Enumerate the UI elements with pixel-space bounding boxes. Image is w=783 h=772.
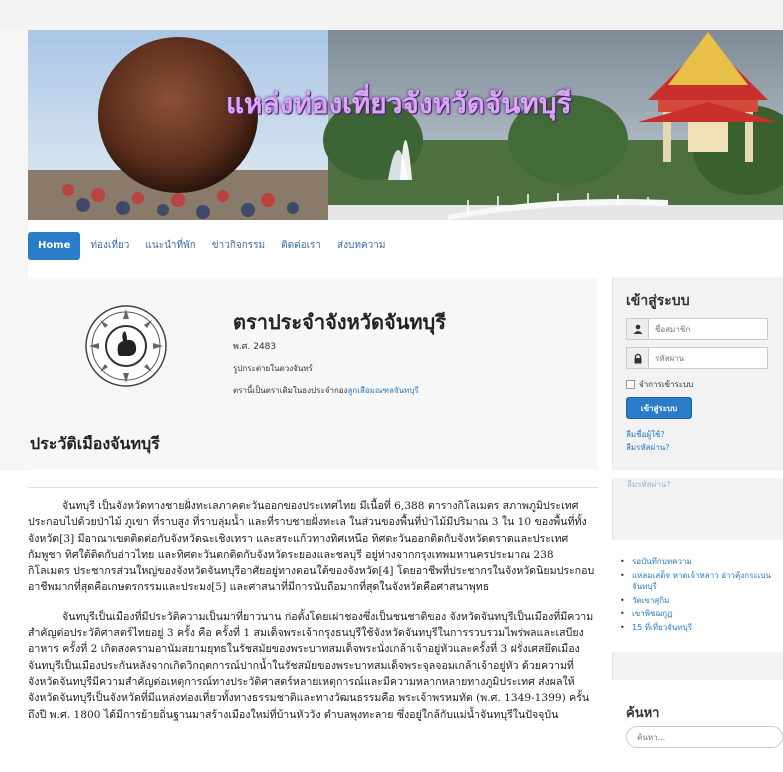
- emblem-origin: ตรานี้เป็นตราเดิมในธงประจำกองลูกเสือมณฑล…: [233, 384, 419, 397]
- forgot-password-link[interactable]: ลืมรหัสผ่าน?: [626, 441, 670, 454]
- banner-title: แหล่งท่องเที่ยวจังหวัดจันทบุรี: [226, 87, 572, 120]
- list-item[interactable]: • แหลมเสด็จ หาดเจ้าหลาว อ่าวคุ้งกระเบน จั…: [620, 570, 772, 593]
- forgot-username-link[interactable]: ลืมชื่อผู้ใช้?: [626, 428, 665, 441]
- screenshot-gap: [0, 470, 783, 478]
- remember-me[interactable]: จำการเข้าระบบ: [626, 378, 693, 391]
- history-paragraph-2: จันทบุรีเป็นเมืองที่มีประวัติความเป็นมาท…: [28, 610, 594, 721]
- username-input[interactable]: [649, 319, 767, 339]
- emblem-description: รูปกระต่ายในดวงจันทร์: [233, 364, 313, 373]
- emblem-origin-text: ตรานี้เป็นตราเดิมในธงประจำกอง: [233, 386, 348, 395]
- cropped-forgot-link[interactable]: ลืมรหัสผ่าน?: [627, 478, 671, 491]
- top-gray-strip: [0, 0, 783, 30]
- site-banner: แหล่งท่องเที่ยวจังหวัดจันทบุรี: [28, 30, 783, 220]
- history-paragraph-1: จันทบุรี เป็นจังหวัดทางชายฝั่งทะเลภาคตะว…: [28, 500, 595, 594]
- emblem-title: ตราประจำจังหวัดจันทบุรี: [233, 310, 446, 334]
- article-list: • รอบันทึกบทความ • แหลมเสด็จ หาดเจ้าหลาว อ…: [620, 556, 772, 635]
- history-article: จันทบุรี เป็นจังหวัดทางชายฝั่งทะเลภาคตะว…: [28, 498, 596, 736]
- emblem-year: พ.ศ. 2483: [233, 342, 277, 352]
- left-gray-strip: [0, 30, 28, 470]
- main-nav: Home ท่องเที่ยว แนะนำที่พัก ข่าวกิจกรรม …: [28, 232, 393, 260]
- user-icon: [627, 319, 649, 339]
- list-item[interactable]: • เขาพิชฌกูฏ: [620, 608, 772, 620]
- nav-travel[interactable]: ท่องเที่ยว: [82, 232, 137, 260]
- nav-accommodation[interactable]: แนะนำที่พัก: [137, 232, 203, 260]
- password-input[interactable]: [649, 348, 767, 368]
- search-title: ค้นหา: [626, 706, 660, 721]
- divider: [28, 487, 598, 488]
- history-heading: ประวัติเมืองจันทบุรี: [30, 434, 160, 453]
- remember-label: จำการเข้าระบบ: [639, 380, 694, 389]
- list-item[interactable]: • 15 ที่เที่ยวจันทบุรี: [620, 622, 772, 634]
- nav-submit-article[interactable]: ส่งบทความ: [329, 232, 393, 260]
- nav-contact[interactable]: ติดต่อเรา: [273, 232, 329, 260]
- search-input[interactable]: [626, 726, 783, 748]
- nav-home[interactable]: Home: [28, 232, 81, 260]
- nav-news[interactable]: ข่าวกิจกรรม: [204, 232, 273, 260]
- login-title: เข้าสู่ระบบ: [626, 293, 690, 309]
- scout-link[interactable]: ลูกเสือมณฑลจันทบุรี: [348, 386, 419, 395]
- list-item[interactable]: • วัดเขาสุกิม: [620, 595, 772, 607]
- username-field[interactable]: [626, 318, 768, 340]
- rabbit-moon-seal-icon: [85, 305, 167, 387]
- list-item[interactable]: • รอบันทึกบทความ: [620, 556, 772, 568]
- login-button[interactable]: เข้าสู่ระบบ: [626, 397, 692, 419]
- lock-icon: [627, 348, 649, 368]
- remember-checkbox[interactable]: [626, 380, 635, 389]
- password-field[interactable]: [626, 347, 768, 369]
